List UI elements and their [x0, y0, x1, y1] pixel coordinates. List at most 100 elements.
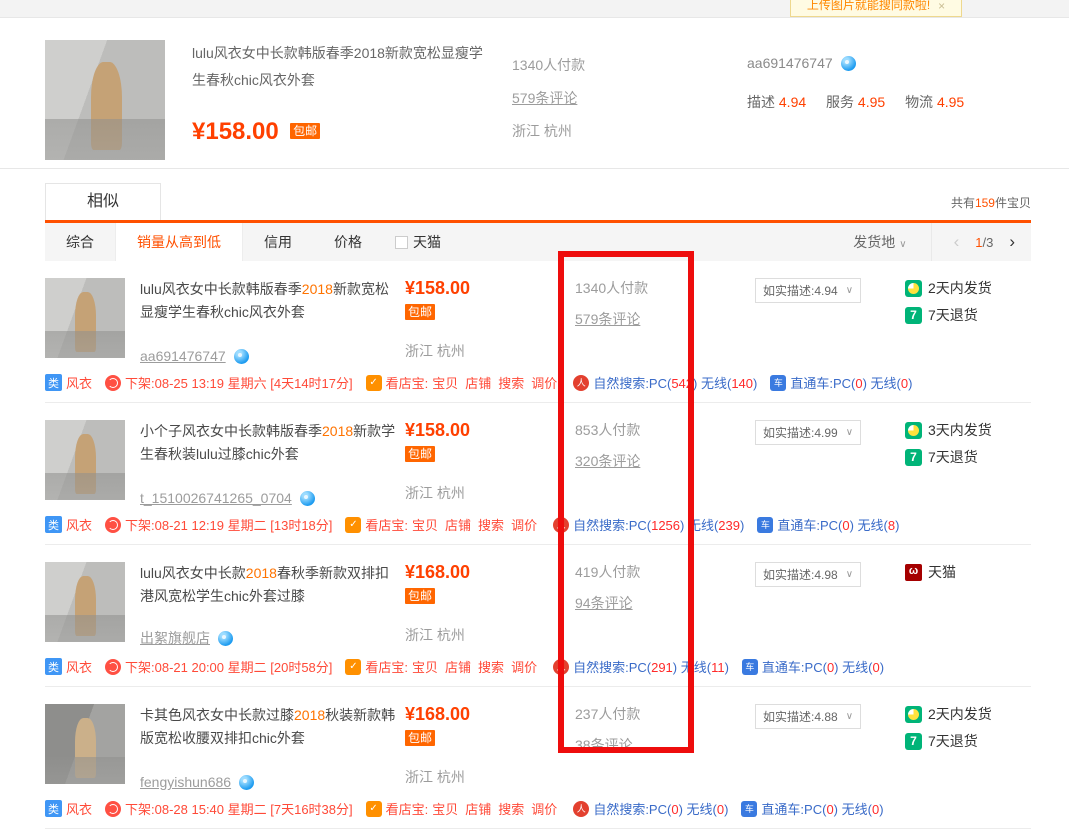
product-title-link[interactable]: 卡其色风衣女中长款过膝2018秋装新款韩版宽松收腰双排扣chic外套	[140, 704, 398, 750]
header-price: ¥158.00	[192, 118, 279, 145]
comments-link[interactable]: 579条评论	[575, 309, 640, 329]
sort-price[interactable]: 价格	[313, 223, 383, 261]
rating-dropdown[interactable]: 如实描述:4.88∨	[755, 704, 861, 729]
rating-dropdown[interactable]: 如实描述:4.99∨	[755, 420, 861, 445]
tool-link-price[interactable]: 调价	[511, 515, 537, 534]
sort-sales-desc[interactable]: 销量从高到低	[115, 223, 243, 261]
shop-tool-icon	[366, 375, 382, 391]
rating-dropdown[interactable]: 如实描述:4.94∨	[755, 278, 861, 303]
ztc-stats: 直通车:PC(0) 无线(8)	[777, 515, 899, 534]
tool-link-shop[interactable]: 店铺	[465, 373, 491, 392]
shop-tool-label: 看店宝:	[365, 515, 408, 534]
service-badge: 天猫	[905, 562, 1031, 582]
tool-link-shop[interactable]: 店铺	[445, 657, 471, 676]
seller-credit-icon	[239, 775, 254, 790]
product-image[interactable]	[45, 704, 125, 784]
free-shipping-badge: 包邮	[405, 446, 435, 462]
tool-link-shop[interactable]: 店铺	[465, 799, 491, 818]
service-badge: 7天退货	[905, 447, 1031, 467]
title-year-highlight: 2018	[246, 565, 277, 581]
rating-value: 4.95	[937, 94, 964, 110]
product-location: 浙江 杭州	[405, 341, 465, 361]
comments-link[interactable]: 94条评论	[575, 593, 633, 613]
organic-search-icon	[573, 801, 589, 817]
product-title-link[interactable]: lulu风衣女中长款2018春秋季新款双排扣港风宽松学生chic外套过膝	[140, 562, 398, 608]
comments-link[interactable]: 320条评论	[575, 451, 640, 471]
sort-composite[interactable]: 综合	[45, 223, 115, 261]
ship-from-dropdown[interactable]: 发货地∨	[853, 232, 906, 252]
tooltip-close-icon[interactable]: ×	[938, 0, 945, 13]
payments-count: 237人付款	[575, 704, 675, 724]
rating-label: 物流	[905, 94, 933, 110]
clock-icon	[105, 659, 121, 675]
tool-link-item[interactable]: 宝贝	[432, 373, 458, 392]
seller-link[interactable]: 出絮旗舰店	[140, 628, 210, 648]
tool-link-item[interactable]: 宝贝	[412, 657, 438, 676]
tool-link-search[interactable]: 搜索	[478, 515, 504, 534]
rating-value: 4.95	[858, 94, 885, 110]
header-product-image[interactable]	[45, 40, 165, 160]
product-location: 浙江 杭州	[405, 625, 465, 645]
chevron-down-icon: ∨	[846, 285, 853, 296]
category-badge: 类	[45, 374, 62, 391]
shop-tool-label: 看店宝:	[386, 799, 429, 818]
category-value: 风衣	[66, 515, 92, 534]
title-year-highlight: 2018	[302, 281, 333, 297]
free-shipping-badge: 包邮	[405, 588, 435, 604]
ztc-stats: 直通车:PC(0) 无线(0)	[761, 799, 883, 818]
rating-label: 描述	[747, 94, 775, 110]
header-payments: 1340人付款	[512, 55, 747, 75]
ztc-car-icon	[741, 801, 757, 817]
page-indicator: 1/3	[975, 235, 993, 250]
ztc-stats: 直通车:PC(0) 无线(0)	[790, 373, 912, 392]
seller-link[interactable]: fengyishun686	[140, 774, 231, 790]
tool-link-search[interactable]: 搜索	[498, 373, 524, 392]
tab-similar[interactable]: 相似	[45, 183, 161, 220]
product-image[interactable]	[45, 562, 125, 642]
product-title-link[interactable]: 小个子风衣女中长款韩版春季2018新款学生春秋装lulu过膝chic外套	[140, 420, 398, 466]
page-prev-button[interactable]: ‹	[954, 232, 960, 252]
service-badge-icon	[905, 307, 922, 324]
product-row: lulu风衣女中长款2018春秋季新款双排扣港风宽松学生chic外套过膝 出絮旗…	[45, 545, 1031, 687]
product-price: ¥158.00	[405, 420, 545, 441]
seller-link[interactable]: aa691476747	[140, 348, 226, 364]
chevron-down-icon: ∨	[846, 711, 853, 722]
organic-search-icon	[553, 659, 569, 675]
organic-search-stats: 自然搜索:PC(0) 无线(0)	[593, 799, 728, 818]
tool-link-item[interactable]: 宝贝	[412, 515, 438, 534]
tool-link-price[interactable]: 调价	[531, 799, 557, 818]
tool-link-item[interactable]: 宝贝	[432, 799, 458, 818]
free-shipping-badge: 包邮	[290, 123, 320, 139]
header-comments-link[interactable]: 579条评论	[512, 90, 577, 106]
seller-credit-icon	[234, 349, 249, 364]
rating-dropdown[interactable]: 如实描述:4.98∨	[755, 562, 861, 587]
tmall-checkbox[interactable]	[395, 236, 408, 249]
free-shipping-badge: 包邮	[405, 730, 435, 746]
service-badge-label: 3天内发货	[928, 420, 992, 440]
organic-search-stats: 自然搜索:PC(542) 无线(140)	[593, 373, 757, 392]
clock-icon	[105, 801, 121, 817]
tool-link-search[interactable]: 搜索	[498, 799, 524, 818]
product-image[interactable]	[45, 420, 125, 500]
service-badge: 7天退货	[905, 731, 1031, 751]
service-badge-label: 7天退货	[928, 447, 978, 467]
seller-credit-icon	[218, 631, 233, 646]
sort-credit[interactable]: 信用	[243, 223, 313, 261]
product-row: 小个子风衣女中长款韩版春季2018新款学生春秋装lulu过膝chic外套 t_1…	[45, 403, 1031, 545]
tool-link-search[interactable]: 搜索	[478, 657, 504, 676]
comments-link[interactable]: 38条评论	[575, 735, 633, 755]
total-count: 共有159件宝贝	[951, 194, 1031, 211]
shop-tool-label: 看店宝:	[386, 373, 429, 392]
product-image[interactable]	[45, 278, 125, 358]
product-title-link[interactable]: lulu风衣女中长款韩版春季2018新款宽松显瘦学生春秋chic风衣外套	[140, 278, 398, 324]
tmall-filter[interactable]: 天猫	[395, 232, 441, 252]
page-next-button[interactable]: ›	[1009, 232, 1015, 252]
offshelf-countdown: 下架:08-21 12:19 星期二 [13时18分]	[125, 515, 332, 534]
tool-link-shop[interactable]: 店铺	[445, 515, 471, 534]
tool-link-price[interactable]: 调价	[531, 373, 557, 392]
offshelf-countdown: 下架:08-25 13:19 星期六 [4天14时17分]	[125, 373, 353, 392]
service-badge: 7天退货	[905, 305, 1031, 325]
tool-link-price[interactable]: 调价	[511, 657, 537, 676]
seller-credit-icon	[300, 491, 315, 506]
seller-link[interactable]: t_1510026741265_0704	[140, 490, 292, 506]
